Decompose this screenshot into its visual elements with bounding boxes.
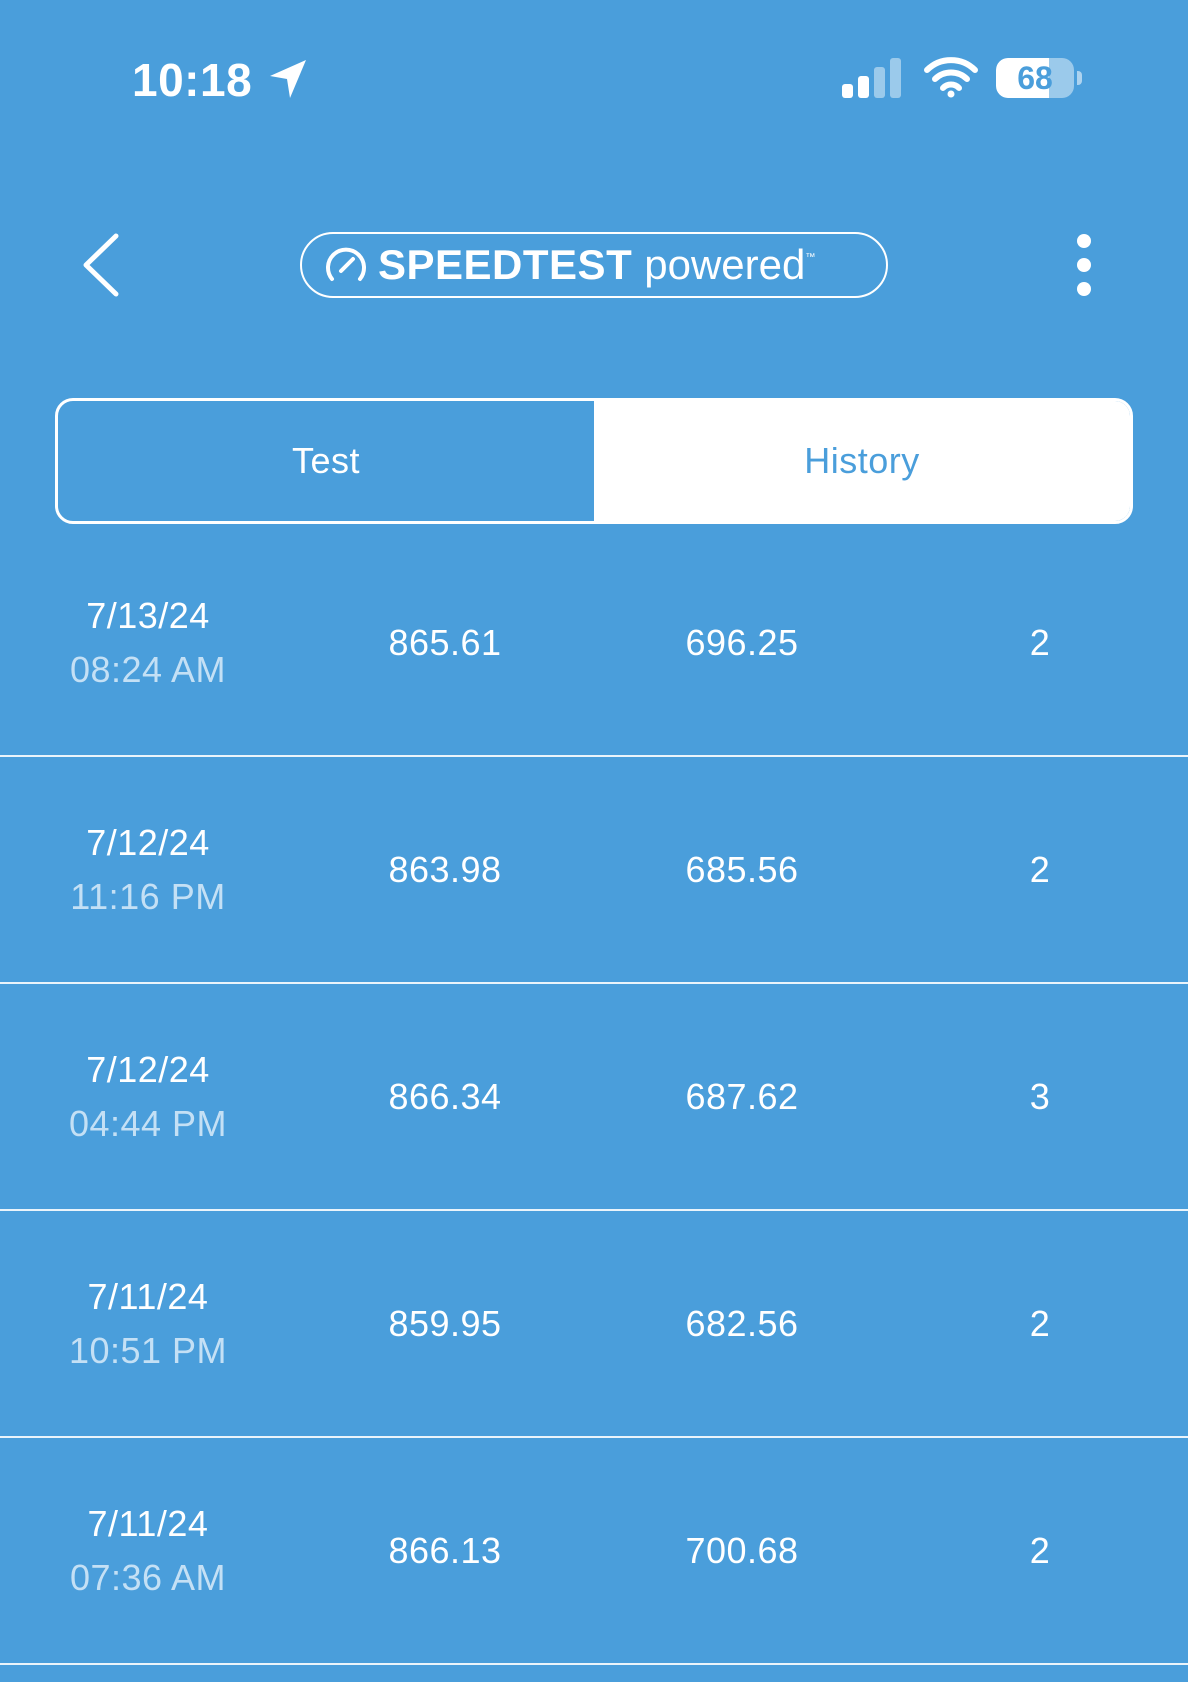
tab-history[interactable]: History <box>594 401 1130 521</box>
chevron-left-icon <box>83 233 119 297</box>
history-row[interactable]: 7/12/24 11:16 PM 863.98 685.56 2 <box>0 757 1188 984</box>
download-speed: 859.95 <box>388 1302 502 1344</box>
ping-value: 2 <box>1029 621 1051 663</box>
history-list: 7/13/24 08:24 AM 865.61 696.25 2 7/12/24… <box>0 530 1188 1665</box>
result-date: 7/13/24 <box>86 594 210 636</box>
tab-test[interactable]: Test <box>58 401 594 521</box>
download-speed: 866.13 <box>388 1529 502 1571</box>
history-row[interactable]: 7/13/24 08:24 AM 865.61 696.25 2 <box>0 530 1188 757</box>
history-row[interactable]: 7/11/24 07:36 AM 866.13 700.68 2 <box>0 1438 1188 1665</box>
upload-speed: 696.25 <box>685 621 799 663</box>
upload-speed: 685.56 <box>685 848 799 890</box>
back-button[interactable] <box>72 230 132 300</box>
ping-value: 2 <box>1029 848 1051 890</box>
upload-speed: 687.62 <box>685 1075 799 1117</box>
brand-name: SPEEDTEST <box>378 241 633 288</box>
date-cell: 7/12/24 11:16 PM <box>48 757 248 982</box>
result-time: 04:44 PM <box>68 1102 228 1144</box>
wifi-icon <box>924 57 978 98</box>
speedometer-icon <box>326 247 366 281</box>
battery-level-text: 68 <box>1017 60 1053 96</box>
vertical-ellipsis-icon <box>1077 234 1091 296</box>
status-time: 10:18 <box>132 54 253 106</box>
upload-speed: 700.68 <box>685 1529 799 1571</box>
result-time: 11:16 PM <box>70 875 226 917</box>
trademark-mark: ™ <box>805 251 816 263</box>
date-cell: 7/13/24 08:24 AM <box>48 530 248 755</box>
ping-value: 2 <box>1029 1302 1051 1344</box>
battery-body: 68 <box>996 58 1074 98</box>
battery-icon: 68 <box>996 58 1084 100</box>
cellular-signal-icon <box>842 58 901 98</box>
date-cell: 7/12/24 04:44 PM <box>48 984 248 1209</box>
date-cell: 7/11/24 07:36 AM <box>48 1438 248 1663</box>
upload-speed: 682.56 <box>685 1302 799 1344</box>
history-row[interactable]: 7/11/24 10:51 PM 859.95 682.56 2 <box>0 1211 1188 1438</box>
result-time: 08:24 AM <box>69 648 227 690</box>
history-row[interactable]: 7/12/24 04:44 PM 866.34 687.62 3 <box>0 984 1188 1211</box>
battery-cap <box>1077 71 1082 85</box>
download-speed: 866.34 <box>388 1075 502 1117</box>
download-speed: 863.98 <box>388 848 502 890</box>
ping-value: 2 <box>1029 1529 1051 1571</box>
location-arrow-icon <box>270 60 306 98</box>
result-date: 7/12/24 <box>86 821 210 863</box>
brand-suffix: powered <box>644 241 806 288</box>
result-date: 7/12/24 <box>86 1048 210 1090</box>
date-cell: 7/11/24 10:51 PM <box>48 1211 248 1436</box>
result-time: 10:51 PM <box>68 1329 228 1371</box>
speedtest-logo: SPEEDTEST powered ™ <box>300 232 888 298</box>
more-options-button[interactable] <box>1070 232 1098 298</box>
result-date: 7/11/24 <box>87 1502 209 1544</box>
ping-value: 3 <box>1029 1075 1051 1117</box>
result-time: 07:36 AM <box>69 1556 227 1598</box>
download-speed: 865.61 <box>388 621 502 663</box>
segmented-control: Test History <box>55 398 1133 524</box>
status-bar: 10:18 68 <box>0 0 1188 160</box>
result-date: 7/11/24 <box>87 1275 209 1317</box>
